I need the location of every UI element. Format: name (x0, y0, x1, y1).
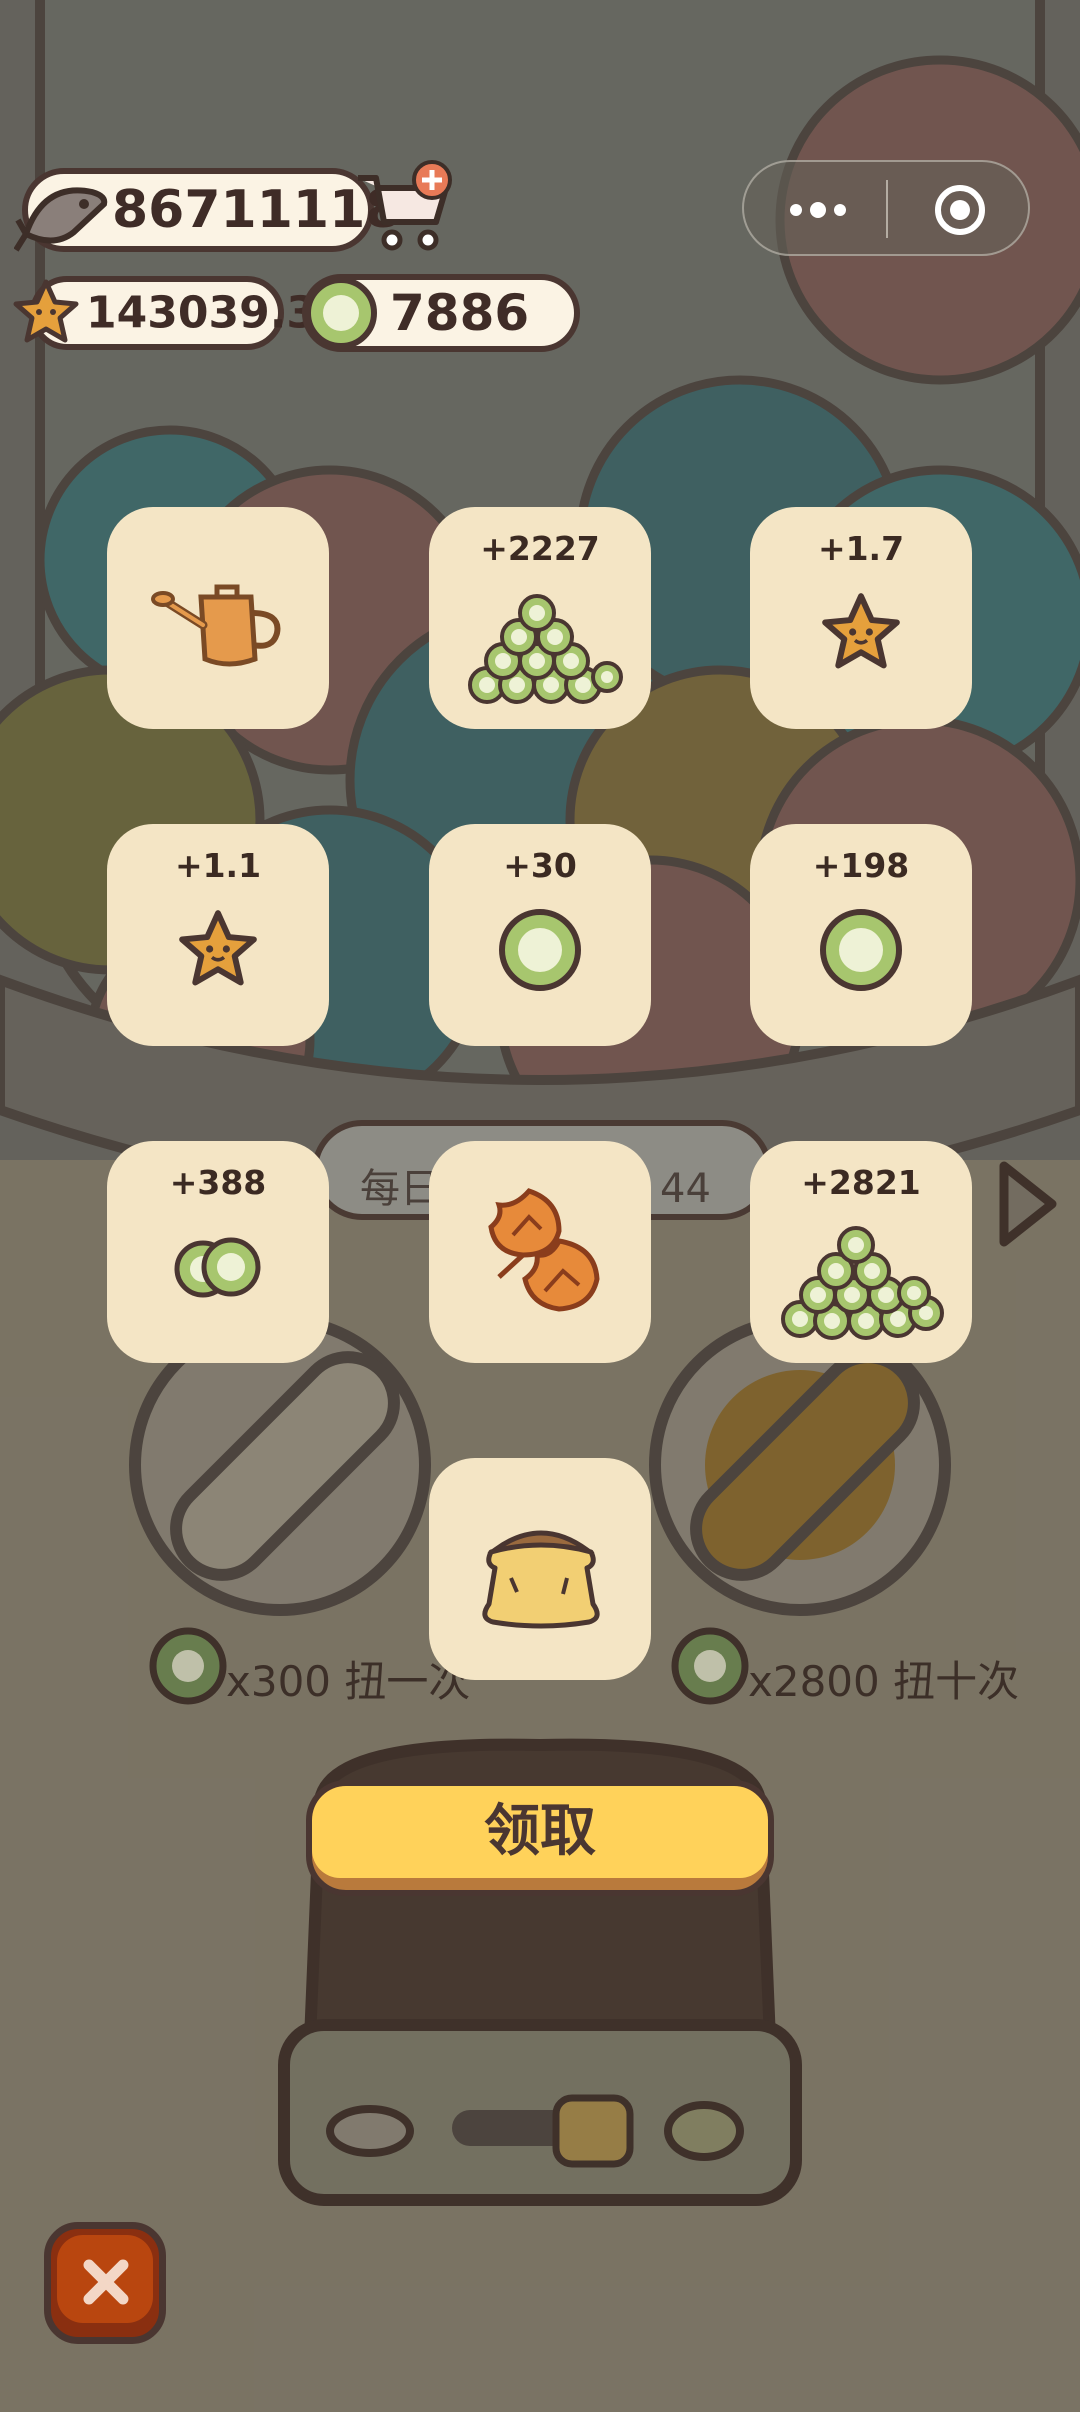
reward-amount: +1.1 (174, 846, 262, 885)
more-options-icon[interactable] (788, 200, 848, 224)
reward-amount: +388 (169, 1163, 267, 1202)
reward-tile-7: +388 (107, 1141, 329, 1363)
reward-tile-5: +30 (429, 824, 651, 1046)
reward-amount: +2821 (801, 1163, 921, 1202)
fish-icon (14, 187, 108, 252)
sack-icon (482, 1530, 600, 1629)
capsule-divider (886, 180, 888, 238)
autumn-leaves-icon (488, 1188, 600, 1312)
spin-once-label[interactable]: x300 扭一次 (226, 1648, 470, 1709)
reward-tile-9: +2821 (750, 1141, 972, 1363)
reward-tile-2: +2227 (429, 507, 651, 729)
coin-icon (305, 277, 377, 349)
coin-icon (499, 909, 581, 991)
reward-tile-10 (429, 1458, 651, 1680)
coin-pile-icon (781, 1226, 944, 1340)
star-icon (822, 593, 900, 669)
star-icon (179, 910, 257, 986)
spin-ten-label[interactable]: x2800 扭十次 (748, 1648, 1019, 1709)
shop-cart-button[interactable] (350, 160, 460, 260)
star-count: 143039.3 (86, 287, 318, 339)
reward-tile-8 (429, 1141, 651, 1363)
daily-text-left: 每日 (360, 1166, 440, 1212)
reward-amount: +30 (503, 846, 577, 885)
watering-can-icon (151, 584, 281, 667)
claim-button-label: 领取 (484, 1799, 596, 1864)
daily-text-right: 44 (660, 1166, 711, 1212)
reward-amount: +2227 (480, 529, 600, 568)
reward-tile-4: +1.1 (107, 824, 329, 1046)
coin-icon (820, 909, 902, 991)
close-icon (83, 2259, 129, 2305)
reward-tile-6: +198 (750, 824, 972, 1046)
coin-pile-icon (468, 594, 623, 704)
claim-button[interactable]: 领取 (306, 1780, 774, 1896)
coin-count: 7886 (390, 284, 530, 342)
reward-amount: +198 (812, 846, 910, 885)
star-icon (13, 279, 79, 343)
reward-tile-3: +1.7 (750, 507, 972, 729)
miniprogram-capsule-menu (742, 160, 1030, 256)
close-button[interactable] (44, 2222, 166, 2344)
next-page-arrow[interactable] (996, 1160, 1060, 1250)
reward-tile-1 (107, 507, 329, 729)
close-miniprogram-icon[interactable] (932, 182, 988, 242)
two-coins-icon (174, 1237, 261, 1298)
reward-amount: +1.7 (817, 529, 905, 568)
